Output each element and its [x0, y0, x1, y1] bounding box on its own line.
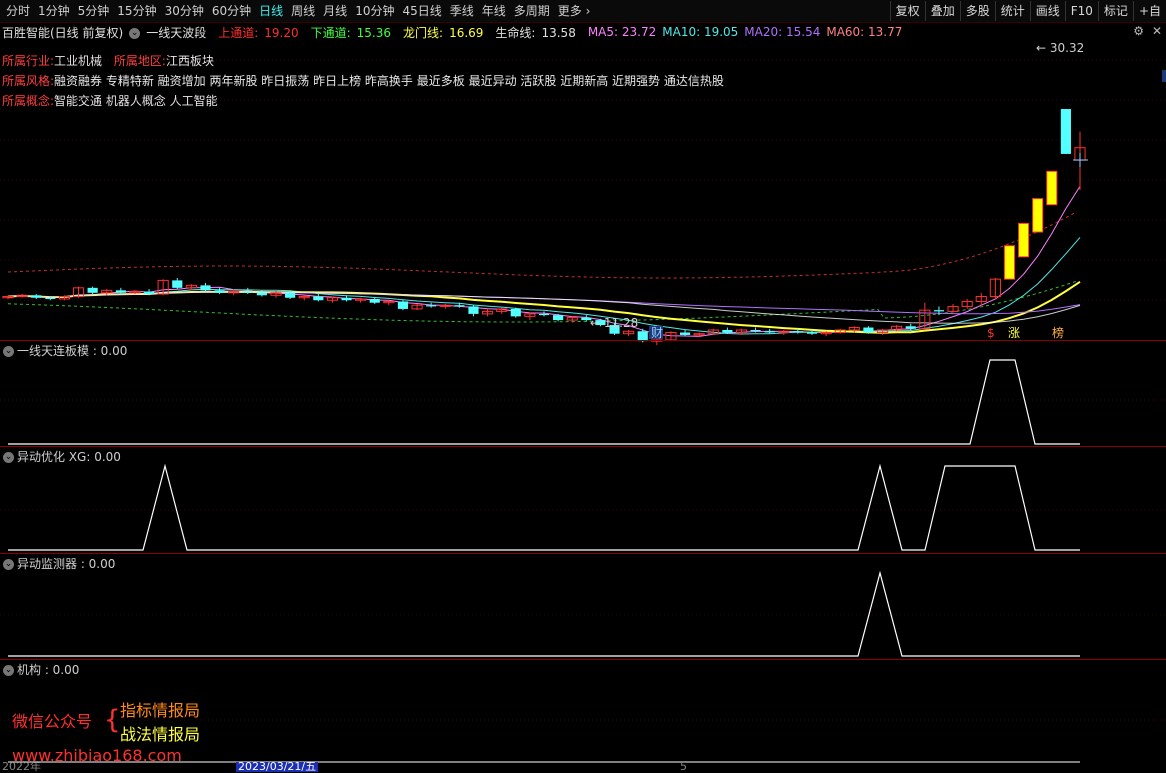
panel-divider [0, 659, 1166, 660]
candle-body [341, 297, 352, 301]
lianban-signal-line [8, 359, 1080, 445]
candle-body [722, 330, 733, 333]
candle-body [45, 297, 56, 299]
candle-body [172, 280, 183, 288]
chevron-down-icon: ⌄ [3, 346, 14, 357]
limit-up-candle [1003, 245, 1016, 280]
candle-body [426, 305, 437, 307]
limit-up-candle [1046, 170, 1058, 206]
candle-body [679, 332, 691, 335]
event-s-mark: $ [987, 326, 995, 340]
date-cursor: 2023/03/21/五 [236, 760, 319, 773]
candle-body [313, 296, 324, 301]
candle-body [792, 331, 803, 333]
candle-body [397, 301, 409, 309]
candle-body [553, 315, 564, 321]
date-right: 5 [680, 760, 687, 773]
panel-divider [0, 340, 1166, 341]
watermark-zhanfa: 战法情报局 [120, 725, 201, 744]
panel-divider [0, 553, 1166, 554]
chevron-down-icon: ⌄ [3, 452, 14, 463]
candle-body [806, 332, 818, 334]
ma10-line [7, 237, 1081, 335]
candle-body [454, 305, 465, 307]
candle-body [285, 292, 296, 298]
candle-body [468, 306, 479, 314]
candle-body [510, 308, 521, 317]
panel-label-yidong-jiance[interactable]: ⌄ 异动监测器 : 0.00 [3, 555, 115, 572]
candle-body [933, 310, 945, 312]
limit-up-candle [1018, 222, 1030, 258]
candle-body [764, 331, 775, 333]
low-price-mark: ← 11.28 [590, 316, 638, 330]
event-zhang-mark: 涨 [1008, 325, 1020, 340]
kline-chart[interactable]: ← 30.32 ← 11.28 财 $ 涨 榜 [0, 0, 1166, 772]
chevron-down-icon: ⌄ [3, 559, 14, 570]
candle-body [242, 291, 253, 293]
candle-body [538, 313, 550, 316]
panel-label-lianban[interactable]: ⌄ 一线天连板模 : 0.00 [3, 342, 127, 359]
upper-channel-line [7, 211, 1077, 279]
watermark-zhibiao: 指标情报局 [120, 701, 201, 720]
candle-body [750, 330, 761, 332]
candle-body [905, 326, 916, 329]
candle-body [115, 290, 126, 293]
right-edge-marker [1162, 70, 1166, 82]
high-price-mark: ← 30.32 [1036, 41, 1084, 55]
candle-body [214, 290, 225, 293]
limit-up-candle [1032, 198, 1044, 233]
candle-body [31, 295, 42, 298]
event-cai-mark: 财 [651, 326, 663, 340]
watermark-wechat: 微信公众号 [12, 712, 93, 731]
yidong-youhua-signal-line [8, 463, 1080, 551]
chevron-down-icon: ⌄ [3, 665, 14, 676]
candle-body [863, 327, 874, 333]
date-left: 2022年 [2, 760, 41, 773]
life-line [7, 291, 1081, 324]
candle-body [256, 292, 267, 296]
candle-body [1060, 109, 1071, 154]
candle-body [369, 299, 380, 303]
panel-label-yidong-youhua[interactable]: ⌄ 异动优化 XG: 0.00 [3, 448, 121, 465]
watermark-brace: { [104, 705, 121, 735]
event-bang-mark: 榜 [1052, 325, 1064, 340]
candle-body [200, 285, 211, 291]
panel-divider [0, 446, 1166, 447]
panel-label-jigou[interactable]: ⌄ 机构 : 0.00 [3, 661, 79, 678]
candle-body [143, 291, 155, 295]
candle-body [87, 287, 98, 293]
